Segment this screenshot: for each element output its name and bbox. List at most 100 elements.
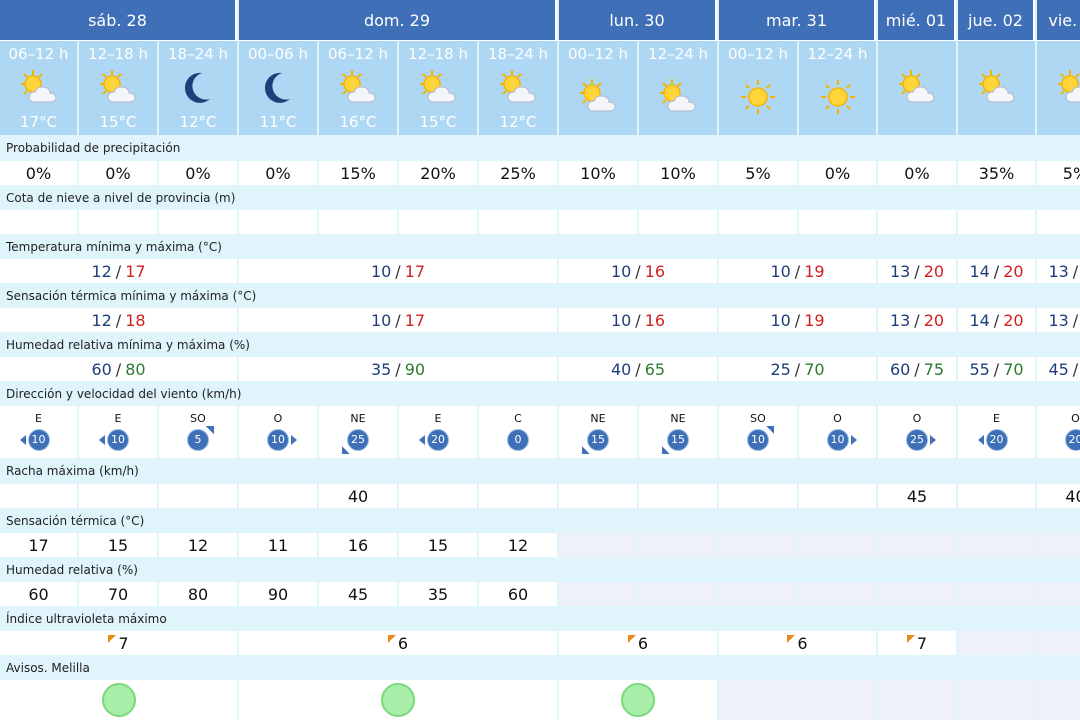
- wind-badge: 0: [498, 425, 538, 453]
- min-value: 60: [91, 359, 112, 379]
- max-value: 80: [125, 359, 146, 379]
- humid_minmax-cell: 25/70: [719, 357, 876, 381]
- label-warnings: Avisos. Melilla: [0, 655, 1080, 680]
- wind-direction: SO: [750, 411, 766, 425]
- wind-arrow-icon: [19, 434, 26, 445]
- max-value: 16: [644, 261, 666, 281]
- feels_slot-cell: 17: [0, 533, 77, 557]
- feels_minmax-cell: 12/18: [0, 308, 237, 332]
- feels_minmax-cell: 10/16: [559, 308, 717, 332]
- slot-period: 06–12 h: [8, 45, 69, 63]
- humid_slot-cell: 80: [159, 582, 237, 606]
- precip-cell: 10%: [639, 161, 717, 185]
- humid_minmax-cell: 35/90: [239, 357, 557, 381]
- wind-arrow-icon: [99, 434, 105, 445]
- wind-direction: O: [833, 411, 842, 425]
- warning-cell: [719, 680, 876, 720]
- gust-cell: [958, 484, 1035, 508]
- humid_slot-cell: [878, 582, 956, 606]
- sun-cloud-icon: [336, 68, 380, 108]
- temp_minmax-cell: 13/20: [878, 259, 956, 283]
- wind-speed: 10: [826, 428, 849, 451]
- separator: /: [993, 261, 1000, 281]
- precip-value: 20%: [420, 163, 456, 183]
- slot-14: [1037, 40, 1080, 135]
- wind-direction: C: [514, 411, 522, 425]
- precip-value: 10%: [660, 163, 696, 183]
- slot-temp: 15°C: [419, 113, 457, 131]
- min-value: 40: [610, 359, 632, 379]
- slot-12: [878, 40, 956, 135]
- slot-temp: 15°C: [99, 113, 137, 131]
- warning-level-icon[interactable]: [101, 683, 136, 717]
- moon-icon: [176, 68, 220, 108]
- precip-value: 5%: [745, 163, 771, 183]
- separator: /: [1072, 261, 1079, 281]
- wind-badge: 10: [98, 425, 138, 453]
- feels_slot-cell: 15: [79, 533, 157, 557]
- gust-cell: [399, 484, 477, 508]
- precip-cell: 0%: [878, 161, 956, 185]
- precip-cell: 0%: [0, 161, 77, 185]
- max-value: 90: [404, 359, 426, 379]
- gust-value: 45: [906, 486, 928, 506]
- label-snow-level: Cota de nieve a nivel de provincia (m): [0, 185, 1080, 210]
- humid_slot-cell: 90: [239, 582, 317, 606]
- humid_slot-value: 60: [28, 584, 49, 604]
- max-value: 70: [1003, 359, 1024, 379]
- humid_minmax-cell: 55/70: [958, 357, 1035, 381]
- separator: /: [635, 261, 641, 281]
- uv-cell: 6: [239, 631, 557, 655]
- min-value: 25: [770, 359, 791, 379]
- min-value: 13: [1048, 261, 1069, 281]
- wind-cell: O 10: [239, 406, 317, 458]
- precip-cell: 0%: [239, 161, 317, 185]
- slot-3: 18–24 h 12°C: [159, 40, 237, 135]
- feels_slot-value: 11: [267, 535, 289, 555]
- uv-value: 7: [118, 633, 129, 653]
- gust-cell: [639, 484, 717, 508]
- uv-cell: [958, 631, 1035, 655]
- max-value: 75: [923, 359, 945, 379]
- max-value: 19: [804, 261, 825, 281]
- feels_slot-value: 15: [427, 535, 449, 555]
- sun-cloud-icon: [496, 68, 540, 108]
- feels_minmax-cell: 14/20: [958, 308, 1035, 332]
- feels_slot-value: 15: [107, 535, 129, 555]
- humid_minmax-cell: 40/65: [559, 357, 717, 381]
- min-value: 12: [91, 261, 112, 281]
- wind-arrow-icon: [930, 434, 936, 445]
- warning-level-icon[interactable]: [381, 683, 415, 717]
- precip-value: 0%: [265, 163, 291, 183]
- gust-value: 40: [347, 486, 369, 506]
- label-humidity: Humedad relativa mínima y máxima (%): [0, 332, 1080, 357]
- warning-cell: [958, 680, 1035, 720]
- uv-flag-icon: [787, 635, 796, 643]
- precip-value: 0%: [824, 163, 851, 183]
- slot-9: 12–24 h: [639, 40, 717, 135]
- min-value: 13: [889, 261, 911, 281]
- max-value: 20: [1003, 261, 1024, 281]
- wind-speed: 0: [507, 428, 529, 451]
- warning-level-icon[interactable]: [621, 683, 655, 717]
- snow-cell: [958, 210, 1035, 234]
- snow-cell: [878, 210, 956, 234]
- separator: /: [794, 261, 801, 281]
- precip-cell: 35%: [958, 161, 1035, 185]
- max-value: 19: [804, 310, 825, 330]
- sun-cloud-icon: [416, 68, 460, 108]
- humid_slot-cell: 60: [479, 582, 557, 606]
- max-value: 65: [644, 359, 666, 379]
- feels_slot-value: 12: [187, 535, 209, 555]
- wind-speed: 10: [747, 428, 769, 451]
- humid_slot-value: 45: [347, 584, 369, 604]
- min-value: 12: [91, 310, 112, 330]
- precip-value: 10%: [580, 163, 616, 183]
- wind-arrow-icon: [766, 425, 774, 434]
- wind-badge: 10: [738, 425, 778, 453]
- day-header-sat: sáb. 28: [0, 0, 237, 40]
- min-value: 10: [610, 310, 632, 330]
- gust-cell: 40: [319, 484, 397, 508]
- min-value: 10: [770, 261, 791, 281]
- sun-icon: [816, 77, 860, 117]
